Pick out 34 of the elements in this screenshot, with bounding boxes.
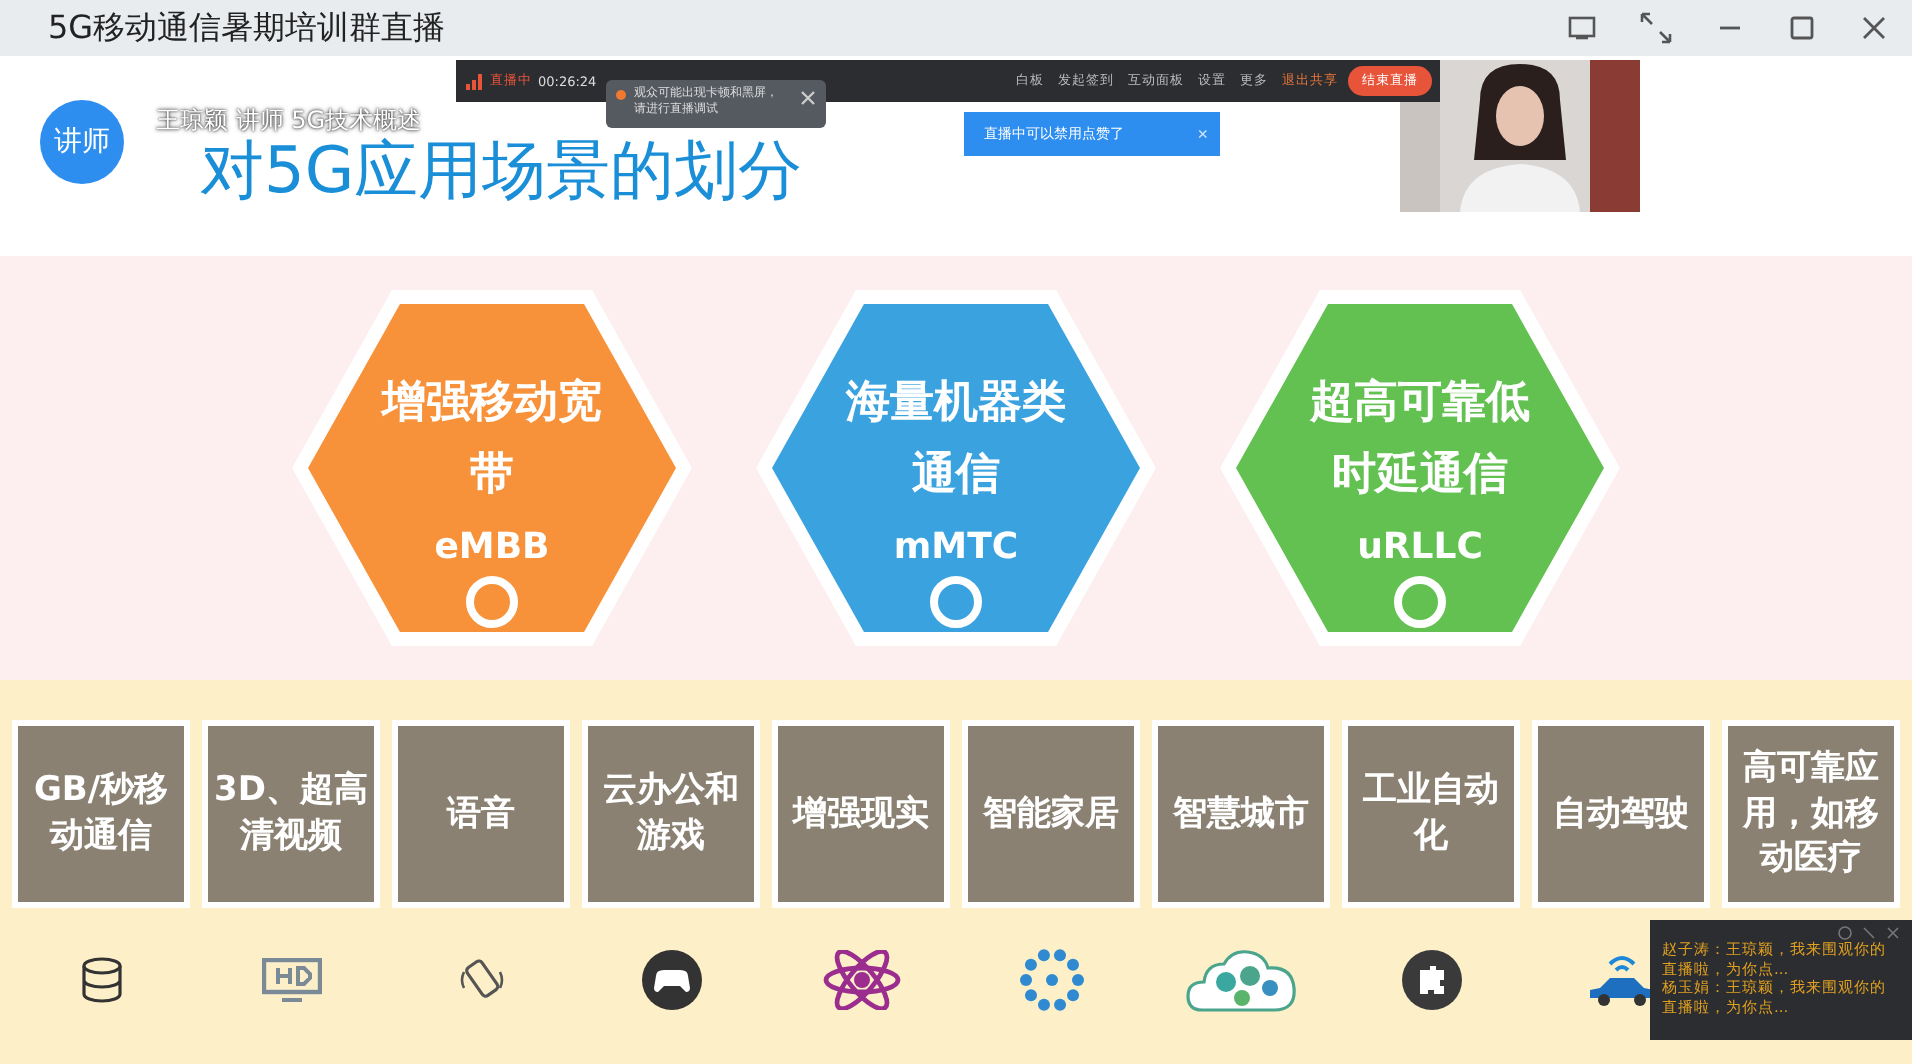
- scenario-name: 海量机器类通信: [843, 376, 1068, 503]
- application-tile: 自动驾驶: [1532, 720, 1710, 908]
- application-tile: 语音: [392, 720, 570, 908]
- fullscreen-icon[interactable]: [1640, 12, 1672, 44]
- maximize-icon[interactable]: [1788, 14, 1816, 42]
- close-icon[interactable]: [1860, 14, 1888, 42]
- device-network-icon: [1019, 948, 1083, 1012]
- atom-icon: [821, 950, 901, 1010]
- scenario-name: 增强移动宽带: [378, 375, 604, 503]
- application-tile: 智慧城市: [1152, 720, 1330, 908]
- application-tile: 智能家居: [962, 720, 1140, 908]
- application-tile: 3D、超高清视频: [202, 720, 380, 908]
- phone-vibrate-icon: [457, 956, 505, 1004]
- application-tile: 工业自动化: [1342, 720, 1520, 908]
- application-tile: 高可靠应用，如移动医疗: [1722, 720, 1900, 908]
- application-tile: 云办公和游戏: [582, 720, 760, 908]
- window-title: 5G移动通信暑期培训群直播: [48, 7, 446, 49]
- gamepad-icon: [641, 950, 701, 1010]
- application-tile: GB/秒移动通信: [12, 720, 190, 908]
- puzzle-globe-icon: [1401, 950, 1461, 1010]
- hd-screen-icon: [261, 958, 321, 1002]
- close-icon[interactable]: [1886, 926, 1900, 940]
- screen-share-icon[interactable]: [1568, 14, 1596, 42]
- presenter-caption: 王琼颖 讲师 5G技术概述: [156, 104, 422, 138]
- scenario-code: eMBB: [434, 525, 550, 568]
- smart-city-cloud-icon: [1185, 948, 1297, 1012]
- signal-icon: [464, 72, 484, 90]
- scenario-code: mMTC: [893, 525, 1019, 568]
- database-icon: [79, 956, 123, 1004]
- scenario-code: uRLLC: [1357, 525, 1483, 568]
- scenario-name: 超高可靠低时延通信: [1307, 375, 1532, 503]
- application-tile: 增强现实: [772, 720, 950, 908]
- warning-dot-icon: [616, 90, 626, 100]
- slide-title: 对5G应用场景的划分: [200, 132, 803, 212]
